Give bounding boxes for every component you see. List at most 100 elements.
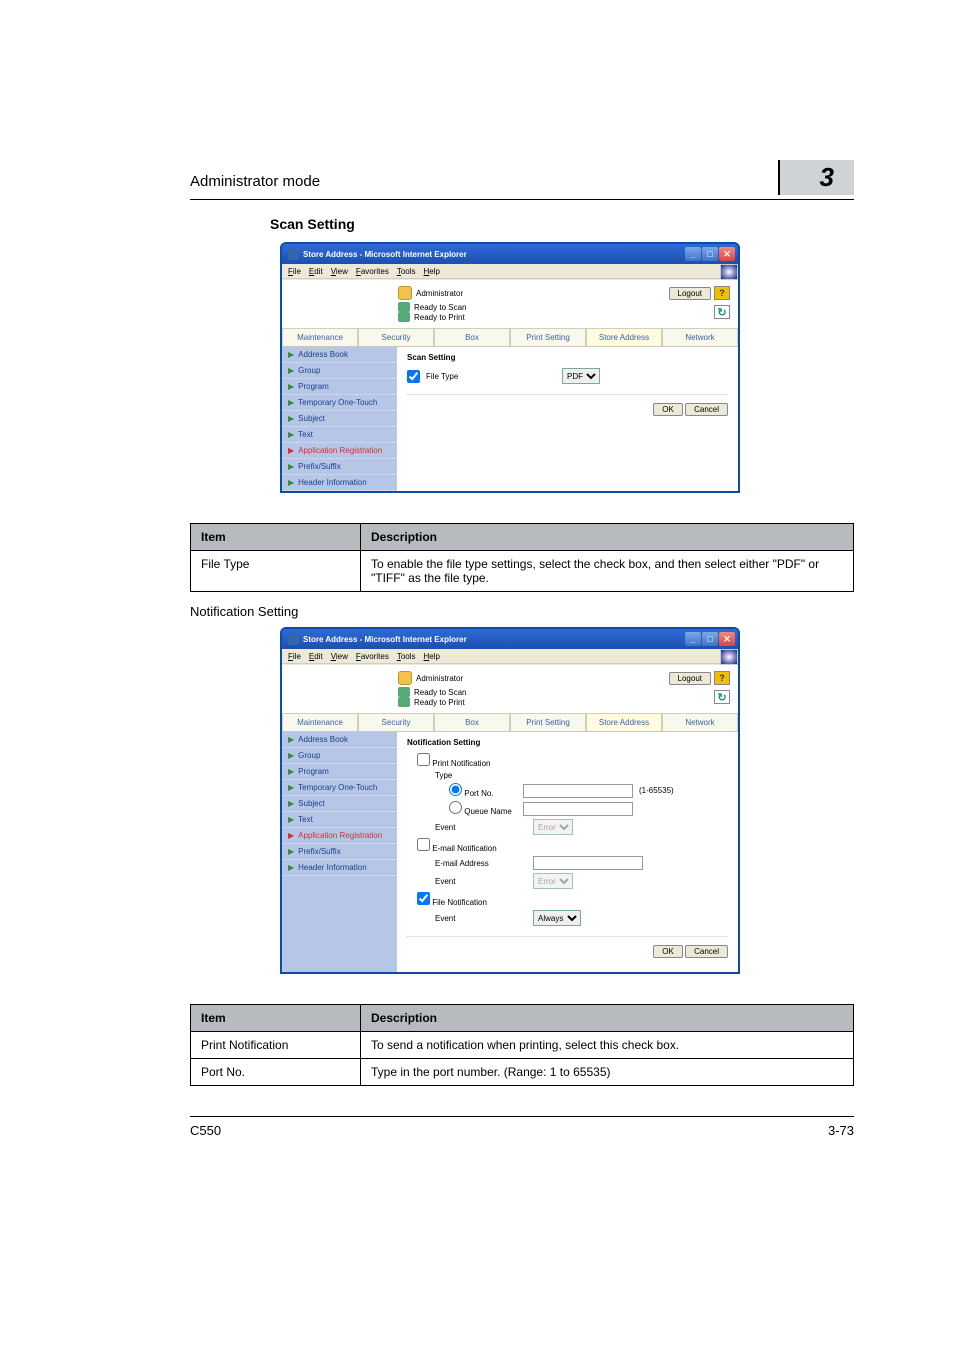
tab-maintenance[interactable]: Maintenance (282, 713, 358, 731)
queue-name-radio[interactable] (449, 801, 462, 814)
ie-logo-icon (288, 249, 299, 260)
scan-status: Ready to Scan (414, 303, 466, 312)
file-type-select[interactable]: PDF (562, 368, 600, 384)
refresh-button[interactable]: ↻ (714, 690, 730, 704)
minimize-button[interactable]: _ (685, 632, 701, 646)
logout-button[interactable]: Logout (669, 672, 711, 685)
scan-status-icon (398, 302, 410, 312)
menu-edit[interactable]: Edit (309, 267, 323, 276)
tab-maintenance[interactable]: Maintenance (282, 328, 358, 346)
sidebar-item-program[interactable]: ▶Program (282, 379, 397, 395)
footer-model: C550 (190, 1123, 221, 1138)
menu-view[interactable]: View (331, 267, 348, 276)
table-cell: Print Notification (191, 1032, 361, 1059)
queue-name-label: Queue Name (464, 807, 512, 816)
section-scan-title: Scan Setting (270, 216, 854, 232)
sidebar-item-address-book[interactable]: ▶Address Book (282, 732, 397, 748)
menu-view[interactable]: View (331, 652, 348, 661)
menu-favorites[interactable]: Favorites (356, 652, 389, 661)
close-button[interactable]: ✕ (719, 632, 735, 646)
tab-security[interactable]: Security (358, 328, 434, 346)
sidebar-item-label: Temporary One-Touch (298, 783, 377, 792)
menu-help[interactable]: Help (424, 652, 440, 661)
tab-store-address[interactable]: Store Address (586, 713, 662, 731)
port-no-input[interactable] (523, 784, 633, 798)
sidebar-item-application-registration[interactable]: ▶Application Registration (282, 443, 397, 459)
email-event-select[interactable]: Error (533, 873, 573, 889)
sidebar-item-header-info[interactable]: ▶Header Information (282, 475, 397, 491)
sidebar-item-program[interactable]: ▶Program (282, 764, 397, 780)
ie-window-scan: Store Address - Microsoft Internet Explo… (280, 242, 740, 493)
port-no-radio[interactable] (449, 783, 462, 796)
sidebar-item-label: Text (298, 815, 313, 824)
sidebar-item-label: Application Registration (298, 446, 382, 455)
maximize-button[interactable]: □ (702, 247, 718, 261)
sidebar-item-subject[interactable]: ▶Subject (282, 411, 397, 427)
print-event-select[interactable]: Error (533, 819, 573, 835)
menu-favorites[interactable]: Favorites (356, 267, 389, 276)
help-button[interactable]: ? (714, 286, 730, 300)
ok-button[interactable]: OK (653, 945, 683, 958)
close-button[interactable]: ✕ (719, 247, 735, 261)
sidebar-item-label: Program (298, 382, 329, 391)
sidebar-item-group[interactable]: ▶Group (282, 748, 397, 764)
tab-box[interactable]: Box (434, 328, 510, 346)
menu-edit[interactable]: Edit (309, 652, 323, 661)
file-event-select[interactable]: Always (533, 910, 581, 926)
sidebar-item-group[interactable]: ▶Group (282, 363, 397, 379)
email-notification-checkbox[interactable] (417, 838, 430, 851)
table-header-item: Item (191, 1005, 361, 1032)
file-type-label: File Type (426, 372, 556, 381)
sidebar-item-prefix-suffix[interactable]: ▶Prefix/Suffix (282, 459, 397, 475)
table-cell: To enable the file type settings, select… (361, 551, 854, 592)
menu-tools[interactable]: Tools (397, 267, 416, 276)
sidebar-item-temporary[interactable]: ▶Temporary One-Touch (282, 395, 397, 411)
ie-menubar: File Edit View Favorites Tools Help (282, 650, 720, 664)
port-no-label: Port No. (464, 789, 493, 798)
port-range-label: (1-65535) (639, 786, 674, 795)
logout-button[interactable]: Logout (669, 287, 711, 300)
file-type-checkbox[interactable] (407, 370, 420, 383)
cancel-button[interactable]: Cancel (685, 403, 728, 416)
tab-security[interactable]: Security (358, 713, 434, 731)
help-button[interactable]: ? (714, 671, 730, 685)
sidebar-item-application-registration[interactable]: ▶Application Registration (282, 828, 397, 844)
sidebar-item-label: Header Information (298, 478, 366, 487)
sidebar-item-text[interactable]: ▶Text (282, 812, 397, 828)
tab-network[interactable]: Network (662, 713, 738, 731)
tab-network[interactable]: Network (662, 328, 738, 346)
menu-tools[interactable]: Tools (397, 652, 416, 661)
menu-help[interactable]: Help (424, 267, 440, 276)
tab-print-setting[interactable]: Print Setting (510, 713, 586, 731)
sidebar-item-label: Temporary One-Touch (298, 398, 377, 407)
cancel-button[interactable]: Cancel (685, 945, 728, 958)
sidebar-item-subject[interactable]: ▶Subject (282, 796, 397, 812)
email-address-label: E-mail Address (407, 859, 527, 868)
email-address-input[interactable] (533, 856, 643, 870)
menu-file[interactable]: File (288, 267, 301, 276)
refresh-button[interactable]: ↻ (714, 305, 730, 319)
sidebar-item-header-info[interactable]: ▶Header Information (282, 860, 397, 876)
sidebar-item-text[interactable]: ▶Text (282, 427, 397, 443)
ie-titlebar: Store Address - Microsoft Internet Explo… (282, 244, 738, 264)
sidebar-item-temporary[interactable]: ▶Temporary One-Touch (282, 780, 397, 796)
sidebar-item-label: Subject (298, 799, 325, 808)
sidebar-item-address-book[interactable]: ▶Address Book (282, 347, 397, 363)
table-cell: File Type (191, 551, 361, 592)
file-notification-checkbox[interactable] (417, 892, 430, 905)
ok-button[interactable]: OK (653, 403, 683, 416)
minimize-button[interactable]: _ (685, 247, 701, 261)
maximize-button[interactable]: □ (702, 632, 718, 646)
tab-store-address[interactable]: Store Address (586, 328, 662, 346)
queue-name-input[interactable] (523, 802, 633, 816)
admin-icon (398, 286, 412, 300)
sidebar-item-prefix-suffix[interactable]: ▶Prefix/Suffix (282, 844, 397, 860)
scan-form-title: Scan Setting (407, 353, 728, 362)
menu-file[interactable]: File (288, 652, 301, 661)
email-notification-label: E-mail Notification (432, 844, 496, 853)
admin-mode-label: Administrator (416, 289, 463, 298)
print-notification-checkbox[interactable] (417, 753, 430, 766)
tab-print-setting[interactable]: Print Setting (510, 328, 586, 346)
tab-box[interactable]: Box (434, 713, 510, 731)
file-notification-label: File Notification (432, 898, 487, 907)
